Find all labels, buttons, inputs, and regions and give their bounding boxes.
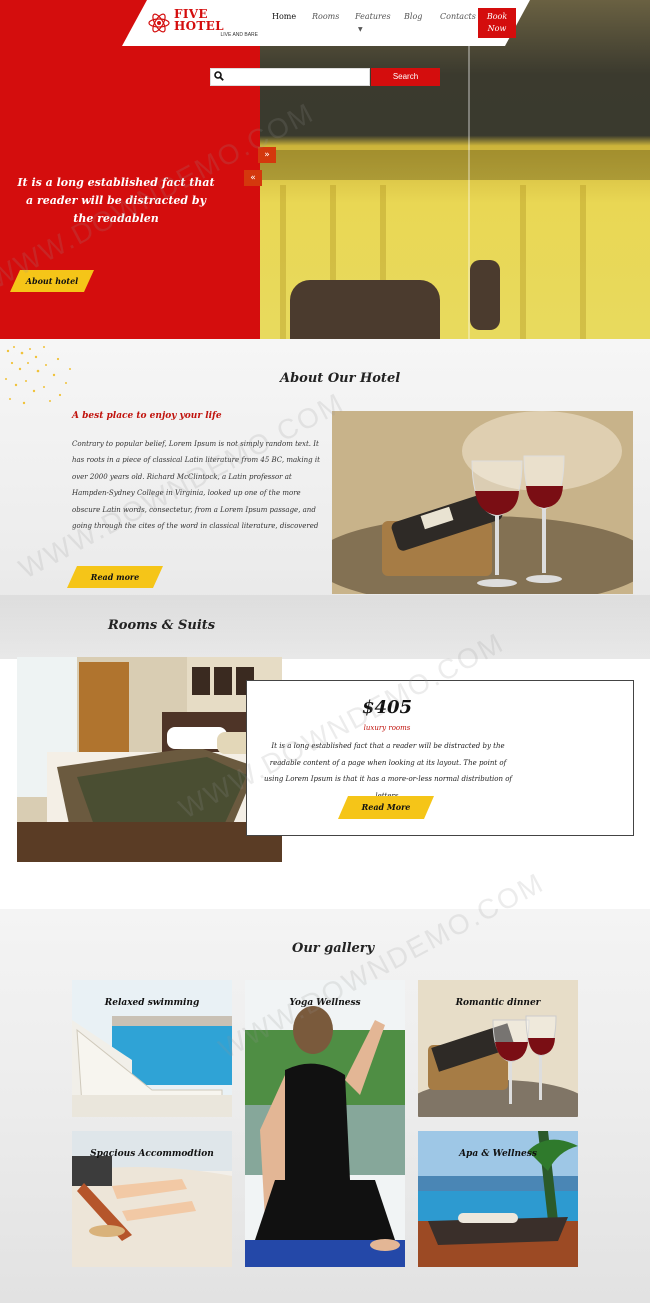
gallery-item-yoga[interactable]: Yoga Wellness xyxy=(245,980,405,1267)
room-image-bed xyxy=(17,657,282,862)
gallery-label: Apa & Wellness xyxy=(459,1149,537,1159)
hero-image xyxy=(260,0,650,339)
gallery-item-spa[interactable]: Apa & Wellness xyxy=(418,1131,578,1267)
hero-image-sofa xyxy=(470,260,500,330)
hero-section: FIVE HOTEL LIVE AND BARE Home Rooms Feat… xyxy=(0,0,650,339)
prev-arrow-icon[interactable]: « xyxy=(244,170,262,186)
logo[interactable]: FIVE HOTEL LIVE AND BARE xyxy=(148,8,258,38)
room-type: luxury rooms xyxy=(363,724,411,732)
book-now-label-2: Now xyxy=(487,24,507,33)
hero-image-sofa xyxy=(290,280,440,339)
logo-text: FIVE HOTEL LIVE AND BARE xyxy=(174,8,258,38)
gallery-title: Our gallery xyxy=(292,941,375,956)
room-price: $405 xyxy=(361,697,413,718)
room-description: It is a long established fact that a rea… xyxy=(264,742,513,800)
chevron-down-icon[interactable]: ▼ xyxy=(358,26,363,33)
logo-subtitle: LIVE AND BARE xyxy=(220,32,258,38)
room-read-more-button[interactable]: Read More xyxy=(338,796,434,819)
hero-image-drape xyxy=(280,185,286,339)
about-title: About Our Hotel xyxy=(280,371,401,386)
gallery-item-accommodation[interactable]: Spacious Accommodtion xyxy=(72,1131,232,1267)
about-subtitle: A best place to enjoy your life xyxy=(72,411,222,421)
about-body: Contrary to popular belief, Lorem Ipsum … xyxy=(72,440,320,531)
gallery-label: Romantic dinner xyxy=(455,998,541,1008)
about-image-wine xyxy=(332,411,633,594)
rooms-title: Rooms & Suits xyxy=(108,618,216,633)
pool-background xyxy=(0,595,650,665)
hero-image-divider xyxy=(468,0,470,339)
about-hotel-button[interactable]: About hotel xyxy=(10,270,94,292)
hero-image-drape xyxy=(580,185,586,339)
page: FIVE HOTEL LIVE AND BARE Home Rooms Feat… xyxy=(0,0,650,1303)
nav-home[interactable]: Home xyxy=(272,12,296,21)
gallery-item-swimming[interactable]: Relaxed swimming xyxy=(72,980,232,1117)
search-icon xyxy=(214,71,224,81)
search-input[interactable] xyxy=(210,68,370,86)
atom-logo-icon xyxy=(148,12,170,34)
gallery-item-dinner[interactable]: Romantic dinner xyxy=(418,980,578,1117)
book-now-button[interactable]: Book Now xyxy=(478,8,516,38)
nav-rooms[interactable]: Rooms xyxy=(312,12,339,21)
read-more-button[interactable]: Read more xyxy=(67,566,163,588)
gallery-label: Yoga Wellness xyxy=(289,998,361,1008)
gallery-label: Spacious Accommodtion xyxy=(90,1149,214,1159)
nav-features[interactable]: Features xyxy=(355,12,391,21)
gallery-label: Relaxed swimming xyxy=(104,998,200,1008)
book-now-label-1: Book xyxy=(486,12,508,21)
hero-image-drape xyxy=(520,185,526,339)
search-button[interactable]: Search xyxy=(371,68,440,86)
logo-title: FIVE HOTEL xyxy=(174,7,224,33)
confetti-decoration xyxy=(5,346,71,405)
hero-caption: It is a long established fact that a rea… xyxy=(17,176,215,225)
nav-contacts[interactable]: Contacts xyxy=(440,12,476,21)
nav-blog[interactable]: Blog xyxy=(404,12,422,21)
hero-image-counter xyxy=(260,150,650,180)
next-arrow-icon[interactable]: » xyxy=(258,147,276,163)
